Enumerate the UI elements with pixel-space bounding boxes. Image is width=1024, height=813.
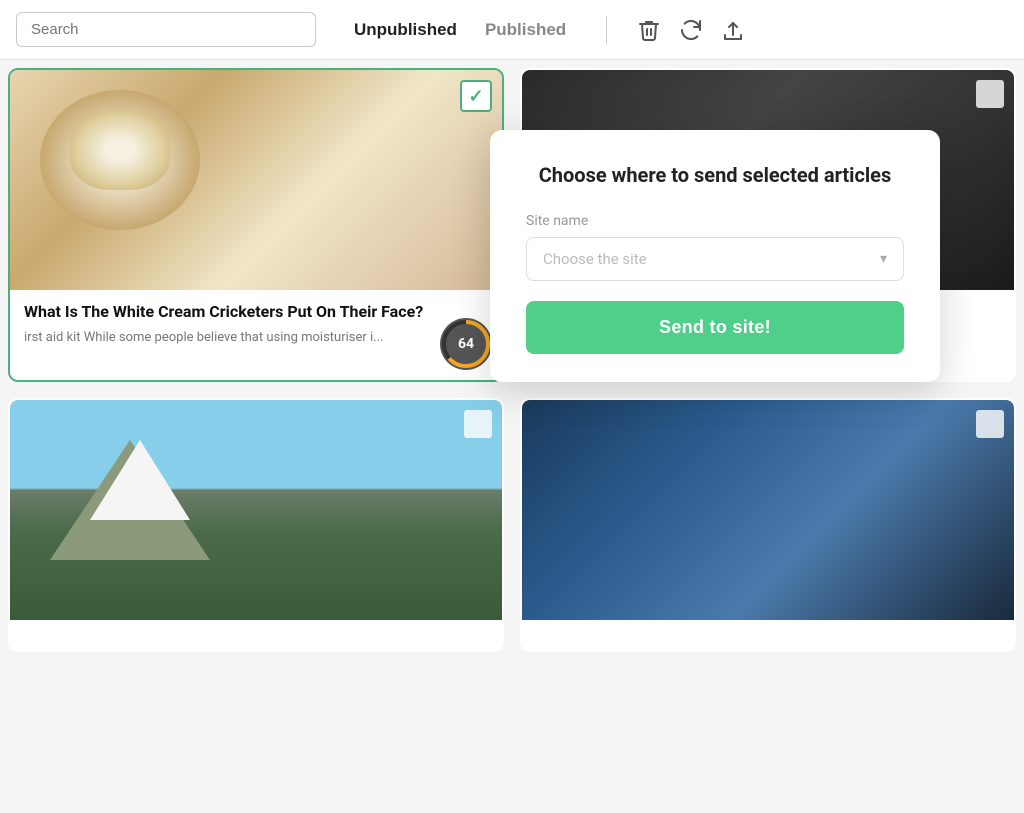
send-to-site-button[interactable]: Send to site! [526,301,904,354]
site-name-label: Site name [526,213,904,229]
send-to-site-popup: Choose where to send selected articles S… [490,130,940,382]
popup-title: Choose where to send selected articles [526,162,904,189]
chevron-down-icon: ▾ [880,251,887,267]
site-select-dropdown[interactable]: Choose the site ▾ [526,237,904,281]
site-select-placeholder: Choose the site [543,250,647,268]
popup-overlay: Choose where to send selected articles S… [0,0,1024,813]
